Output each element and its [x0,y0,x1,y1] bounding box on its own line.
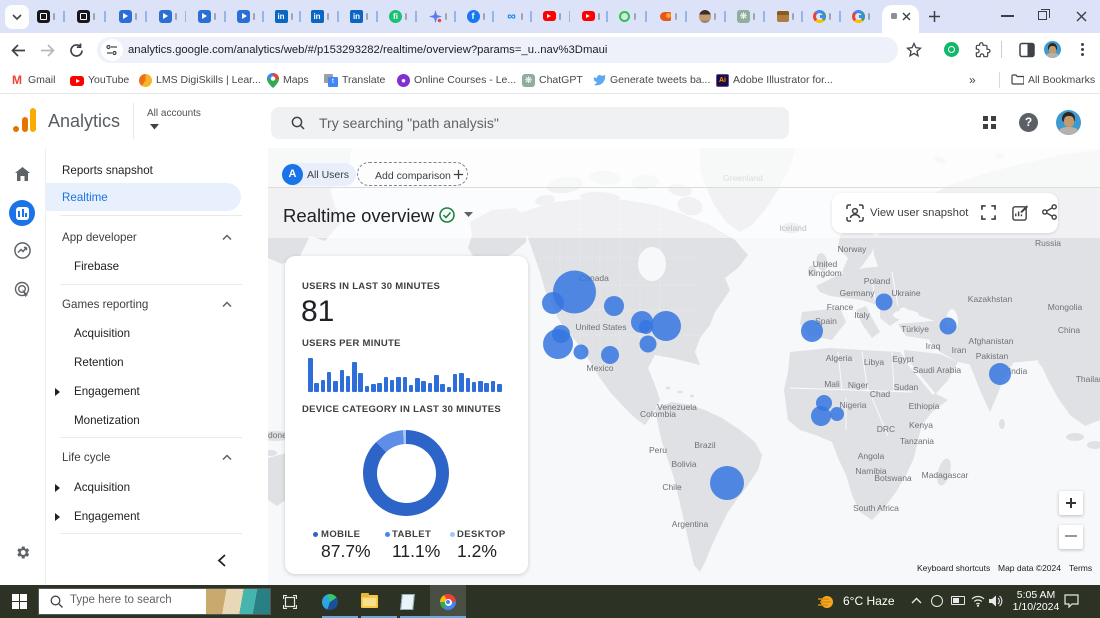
svg-text:Colombia: Colombia [640,409,676,419]
svg-text:Thailand: Thailand [1076,374,1100,384]
svg-text:Italy: Italy [854,310,870,320]
svg-text:Norway: Norway [838,244,868,254]
svg-text:Mexico: Mexico [587,363,614,373]
svg-text:Madagascar: Madagascar [922,470,969,480]
svg-text:Iraq: Iraq [926,341,941,351]
svg-text:Algeria: Algeria [826,353,853,363]
svg-text:Afghanistan: Afghanistan [969,336,1014,346]
svg-text:Ukraine: Ukraine [891,288,921,298]
svg-text:Kazakhstan: Kazakhstan [968,294,1013,304]
svg-text:DRC: DRC [877,424,895,434]
svg-text:Iran: Iran [952,345,967,355]
svg-text:Ethiopia: Ethiopia [909,401,940,411]
svg-text:Mali: Mali [824,379,840,389]
svg-text:Pakistan: Pakistan [976,351,1009,361]
svg-text:Sudan: Sudan [894,382,919,392]
svg-text:Argentina: Argentina [672,519,709,529]
svg-text:United States: United States [575,322,626,332]
svg-text:Egypt: Egypt [892,354,914,364]
svg-text:Botswana: Botswana [874,473,912,483]
svg-text:Kenya: Kenya [909,420,933,430]
svg-text:Türkiye: Türkiye [901,324,929,334]
svg-text:Chile: Chile [662,482,682,492]
svg-text:Angola: Angola [858,451,885,461]
svg-text:Niger: Niger [848,380,868,390]
svg-text:China: China [1058,325,1080,335]
svg-text:France: France [827,302,854,312]
svg-text:India: India [1009,366,1028,376]
svg-text:Tanzania: Tanzania [900,436,934,446]
svg-text:Mongolia: Mongolia [1048,302,1083,312]
svg-text:Chad: Chad [870,389,891,399]
svg-text:Libya: Libya [864,357,885,367]
svg-text:Nigeria: Nigeria [840,400,867,410]
svg-text:South Africa: South Africa [853,503,899,513]
svg-text:Kingdom: Kingdom [808,268,842,278]
svg-text:Brazil: Brazil [694,440,715,450]
svg-text:Russia: Russia [1035,238,1061,248]
svg-text:Peru: Peru [649,445,667,455]
svg-text:Poland: Poland [864,276,891,286]
svg-text:Germany: Germany [840,288,876,298]
svg-text:Bolivia: Bolivia [671,459,696,469]
svg-text:Saudi Arabia: Saudi Arabia [913,365,961,375]
